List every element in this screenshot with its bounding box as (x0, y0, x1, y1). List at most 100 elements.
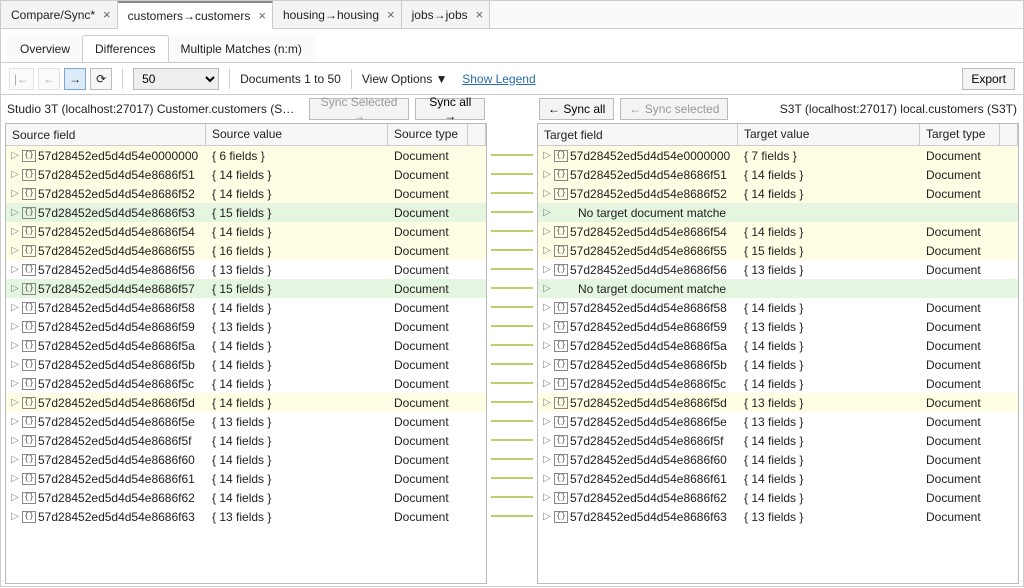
table-row[interactable]: ▷{} 57d28452ed5d4d54e8686f5e{ 13 fields … (6, 412, 486, 431)
expand-icon[interactable]: ▷ (10, 416, 20, 427)
expand-icon[interactable]: ▷ (10, 340, 20, 351)
expand-icon[interactable]: ▷ (10, 454, 20, 465)
table-row[interactable]: ▷{} 57d28452ed5d4d54e8686f61{ 14 fields … (538, 469, 1018, 488)
expand-icon[interactable]: ▷ (542, 245, 552, 256)
expand-icon[interactable]: ▷ (10, 150, 20, 161)
table-row[interactable]: ▷No target document matche (538, 279, 1018, 298)
expand-icon[interactable]: ▷ (542, 473, 552, 484)
show-legend-link[interactable]: Show Legend (462, 72, 535, 86)
column-header-field[interactable]: Target field (538, 124, 738, 145)
expand-icon[interactable]: ▷ (10, 435, 20, 446)
expand-icon[interactable]: ▷ (542, 283, 552, 294)
table-row[interactable]: ▷{} 57d28452ed5d4d54e8686f63{ 13 fields … (538, 507, 1018, 526)
expand-icon[interactable]: ▷ (542, 207, 552, 218)
sync-all-left-button[interactable]: ← Sync all (539, 98, 614, 120)
source-rows[interactable]: ▷{} 57d28452ed5d4d54e0000000{ 6 fields }… (6, 146, 486, 583)
expand-icon[interactable]: ▷ (10, 302, 20, 313)
expand-icon[interactable]: ▷ (542, 416, 552, 427)
expand-icon[interactable]: ▷ (10, 188, 20, 199)
column-header-value[interactable]: Target value (738, 124, 920, 145)
close-icon[interactable]: × (258, 8, 266, 23)
expand-icon[interactable]: ▷ (10, 511, 20, 522)
column-header-type[interactable]: Target type (920, 124, 1000, 145)
column-header-type[interactable]: Source type (388, 124, 468, 145)
expand-icon[interactable]: ▷ (10, 207, 20, 218)
expand-icon[interactable]: ▷ (10, 226, 20, 237)
expand-icon[interactable]: ▷ (542, 321, 552, 332)
close-icon[interactable]: × (103, 7, 111, 22)
table-row[interactable]: ▷{} 57d28452ed5d4d54e8686f52{ 14 fields … (6, 184, 486, 203)
next-page-button[interactable]: → (64, 68, 86, 90)
expand-icon[interactable]: ▷ (542, 340, 552, 351)
expand-icon[interactable]: ▷ (10, 473, 20, 484)
table-row[interactable]: ▷No target document matche (538, 203, 1018, 222)
expand-icon[interactable]: ▷ (10, 283, 20, 294)
sub-tab[interactable]: Differences (82, 35, 168, 62)
expand-icon[interactable]: ▷ (542, 378, 552, 389)
sync-all-right-button[interactable]: Sync all → (415, 98, 485, 120)
target-rows[interactable]: ▷{} 57d28452ed5d4d54e0000000{ 7 fields }… (538, 146, 1018, 583)
top-tab[interactable]: customers→customers× (118, 1, 273, 29)
sub-tab[interactable]: Overview (7, 35, 83, 62)
expand-icon[interactable]: ▷ (10, 492, 20, 503)
expand-icon[interactable]: ▷ (10, 397, 20, 408)
expand-icon[interactable]: ▷ (10, 321, 20, 332)
expand-icon[interactable]: ▷ (542, 169, 552, 180)
sync-selected-right-button[interactable]: Sync Selected → (309, 98, 410, 120)
table-row[interactable]: ▷{} 57d28452ed5d4d54e8686f5c{ 14 fields … (538, 374, 1018, 393)
expand-icon[interactable]: ▷ (542, 359, 552, 370)
table-row[interactable]: ▷{} 57d28452ed5d4d54e8686f56{ 13 fields … (6, 260, 486, 279)
table-row[interactable]: ▷{} 57d28452ed5d4d54e8686f5d{ 14 fields … (6, 393, 486, 412)
sync-selected-left-button[interactable]: ← Sync selected (620, 98, 728, 120)
table-row[interactable]: ▷{} 57d28452ed5d4d54e8686f60{ 14 fields … (6, 450, 486, 469)
table-row[interactable]: ▷{} 57d28452ed5d4d54e8686f51{ 14 fields … (6, 165, 486, 184)
page-size-select[interactable]: 50 (133, 68, 219, 90)
table-row[interactable]: ▷{} 57d28452ed5d4d54e8686f52{ 14 fields … (538, 184, 1018, 203)
expand-icon[interactable]: ▷ (542, 188, 552, 199)
expand-icon[interactable]: ▷ (542, 454, 552, 465)
expand-icon[interactable]: ▷ (10, 264, 20, 275)
column-header-value[interactable]: Source value (206, 124, 388, 145)
expand-icon[interactable]: ▷ (542, 492, 552, 503)
first-page-button[interactable]: |← (9, 68, 34, 90)
table-row[interactable]: ▷{} 57d28452ed5d4d54e8686f5d{ 13 fields … (538, 393, 1018, 412)
table-row[interactable]: ▷{} 57d28452ed5d4d54e8686f60{ 14 fields … (538, 450, 1018, 469)
top-tab[interactable]: jobs→jobs× (402, 1, 491, 28)
table-row[interactable]: ▷{} 57d28452ed5d4d54e8686f62{ 14 fields … (6, 488, 486, 507)
close-icon[interactable]: × (387, 7, 395, 22)
table-row[interactable]: ▷{} 57d28452ed5d4d54e8686f5b{ 14 fields … (6, 355, 486, 374)
table-row[interactable]: ▷{} 57d28452ed5d4d54e8686f58{ 14 fields … (538, 298, 1018, 317)
table-row[interactable]: ▷{} 57d28452ed5d4d54e8686f59{ 13 fields … (6, 317, 486, 336)
table-row[interactable]: ▷{} 57d28452ed5d4d54e0000000{ 6 fields }… (6, 146, 486, 165)
table-row[interactable]: ▷{} 57d28452ed5d4d54e8686f56{ 13 fields … (538, 260, 1018, 279)
column-header-field[interactable]: Source field (6, 124, 206, 145)
expand-icon[interactable]: ▷ (542, 511, 552, 522)
expand-icon[interactable]: ▷ (542, 150, 552, 161)
table-row[interactable]: ▷{} 57d28452ed5d4d54e8686f5e{ 13 fields … (538, 412, 1018, 431)
export-button[interactable]: Export (962, 68, 1015, 90)
table-row[interactable]: ▷{} 57d28452ed5d4d54e8686f53{ 15 fields … (6, 203, 486, 222)
expand-icon[interactable]: ▷ (542, 302, 552, 313)
top-tab[interactable]: housing→housing× (273, 1, 402, 28)
table-row[interactable]: ▷{} 57d28452ed5d4d54e8686f5f{ 14 fields … (538, 431, 1018, 450)
table-row[interactable]: ▷{} 57d28452ed5d4d54e8686f54{ 14 fields … (538, 222, 1018, 241)
table-row[interactable]: ▷{} 57d28452ed5d4d54e8686f62{ 14 fields … (538, 488, 1018, 507)
table-row[interactable]: ▷{} 57d28452ed5d4d54e8686f54{ 14 fields … (6, 222, 486, 241)
table-row[interactable]: ▷{} 57d28452ed5d4d54e8686f58{ 14 fields … (6, 298, 486, 317)
prev-page-button[interactable]: ← (38, 68, 60, 90)
table-row[interactable]: ▷{} 57d28452ed5d4d54e8686f55{ 16 fields … (6, 241, 486, 260)
table-row[interactable]: ▷{} 57d28452ed5d4d54e8686f5a{ 14 fields … (538, 336, 1018, 355)
expand-icon[interactable]: ▷ (10, 378, 20, 389)
expand-icon[interactable]: ▷ (542, 226, 552, 237)
expand-icon[interactable]: ▷ (542, 435, 552, 446)
expand-icon[interactable]: ▷ (10, 245, 20, 256)
table-row[interactable]: ▷{} 57d28452ed5d4d54e8686f5c{ 14 fields … (6, 374, 486, 393)
table-row[interactable]: ▷{} 57d28452ed5d4d54e8686f5f{ 14 fields … (6, 431, 486, 450)
table-row[interactable]: ▷{} 57d28452ed5d4d54e8686f55{ 15 fields … (538, 241, 1018, 260)
refresh-button[interactable]: ⟳ (90, 68, 112, 90)
table-row[interactable]: ▷{} 57d28452ed5d4d54e8686f57{ 15 fields … (6, 279, 486, 298)
sub-tab[interactable]: Multiple Matches (n:m) (168, 35, 315, 62)
expand-icon[interactable]: ▷ (10, 359, 20, 370)
expand-icon[interactable]: ▷ (10, 169, 20, 180)
table-row[interactable]: ▷{} 57d28452ed5d4d54e0000000{ 7 fields }… (538, 146, 1018, 165)
